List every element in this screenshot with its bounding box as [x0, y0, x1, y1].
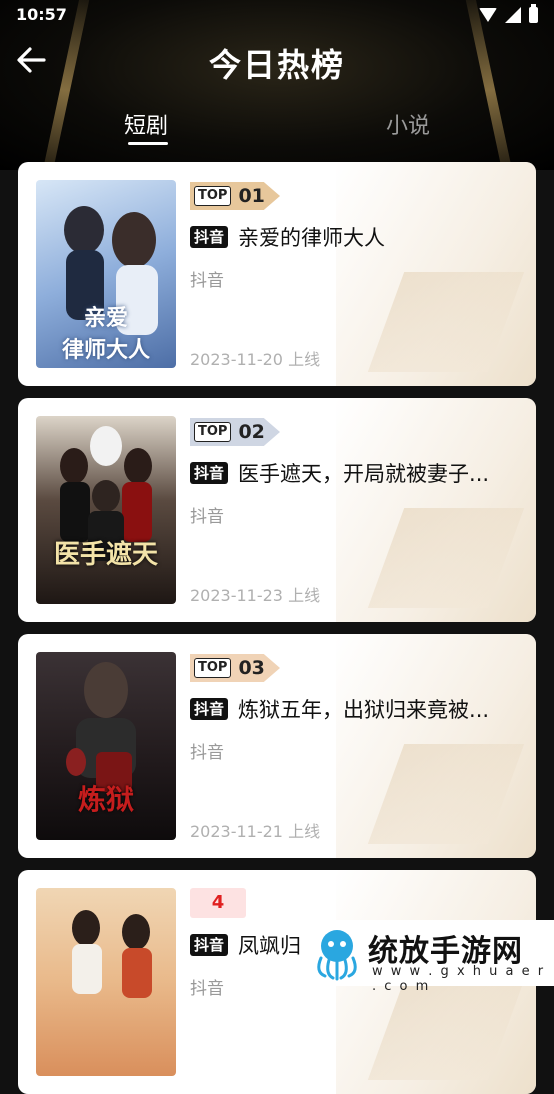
- item-title[interactable]: 医手遮天，开局就被妻子...: [238, 458, 489, 488]
- page-title: 今日热榜: [208, 46, 345, 84]
- rank-badge: TOP 02: [190, 418, 280, 446]
- card-decoration: [336, 398, 536, 622]
- item-date: 2023-11-21 上线: [190, 822, 321, 841]
- item-title-row: 抖音 亲爱的律师大人: [190, 222, 520, 252]
- item-title-row: 抖音 炼狱五年，出狱归来竟被...: [190, 694, 520, 724]
- item-platform: 抖音: [190, 271, 224, 291]
- item-date: 2023-11-23 上线: [190, 586, 321, 605]
- wifi-icon: [479, 8, 497, 22]
- platform-tag: 抖音: [190, 934, 229, 956]
- item-title-row: 抖音 医手遮天，开局就被妻子...: [190, 458, 520, 488]
- tab-short-drama[interactable]: 短剧: [124, 108, 168, 140]
- rank-number: 01: [238, 185, 265, 207]
- card-decoration: [336, 634, 536, 858]
- signal-icon: [505, 7, 521, 23]
- watermark-url: w w w . g x h u a e r . c o m: [372, 964, 546, 994]
- rank-top-label: TOP: [194, 658, 232, 678]
- rank-top-label: TOP: [194, 186, 232, 206]
- status-time: 10:57: [16, 5, 67, 24]
- platform-tag: 抖音: [190, 226, 229, 248]
- battery-icon: [529, 4, 538, 23]
- poster-title: 医手遮天: [53, 540, 158, 570]
- item-title[interactable]: 凤飒归: [238, 930, 301, 960]
- rank-number: 03: [238, 657, 265, 679]
- platform-tag: 抖音: [190, 462, 229, 484]
- list-item[interactable]: 炼狱 TOP 03 抖音 炼狱五年，出狱归来竟被... 抖音 2023-11-2…: [18, 634, 536, 858]
- list-item[interactable]: 医手遮天 TOP 02 抖音 医手遮天，开局就被妻子... 抖音 2023-11…: [18, 398, 536, 622]
- tab-novel[interactable]: 小说: [386, 108, 430, 140]
- tab-active-indicator: [128, 142, 168, 145]
- item-title[interactable]: 亲爱的律师大人: [238, 222, 385, 252]
- rank-badge: TOP 03: [190, 654, 280, 682]
- card-decoration: [336, 162, 536, 386]
- poster-title: 亲爱 律师大人: [61, 306, 150, 363]
- rank-top-label: TOP: [194, 422, 232, 442]
- status-bar: 10:57: [0, 0, 554, 30]
- item-platform: 抖音: [190, 507, 224, 527]
- octopus-logo-icon: [317, 930, 357, 981]
- item-title[interactable]: 炼狱五年，出狱归来竟被...: [238, 694, 489, 724]
- poster-image[interactable]: [36, 888, 176, 1076]
- rank-number: 02: [238, 421, 265, 443]
- poster-image[interactable]: 医手遮天: [36, 416, 176, 604]
- status-icons: [479, 4, 538, 23]
- rank-number: 4: [190, 888, 246, 918]
- list-item[interactable]: 亲爱 律师大人 TOP 01 抖音 亲爱的律师大人 抖音 2023-11-20 上…: [18, 162, 536, 386]
- item-platform: 抖音: [190, 743, 224, 763]
- platform-tag: 抖音: [190, 698, 229, 720]
- site-watermark: 统放手游网 w w w . g x h u a e r . c o m: [300, 920, 554, 994]
- poster-image[interactable]: 亲爱 律师大人: [36, 180, 176, 368]
- tab-bar: 短剧 小说: [0, 108, 554, 148]
- poster-title: 炼狱: [77, 783, 134, 816]
- item-platform: 抖音: [190, 979, 224, 999]
- item-date: 2023-11-20 上线: [190, 350, 321, 369]
- poster-image[interactable]: 炼狱: [36, 652, 176, 840]
- rank-badge: TOP 01: [190, 182, 280, 210]
- poster-figures: [60, 426, 152, 561]
- poster-figures: [72, 910, 152, 998]
